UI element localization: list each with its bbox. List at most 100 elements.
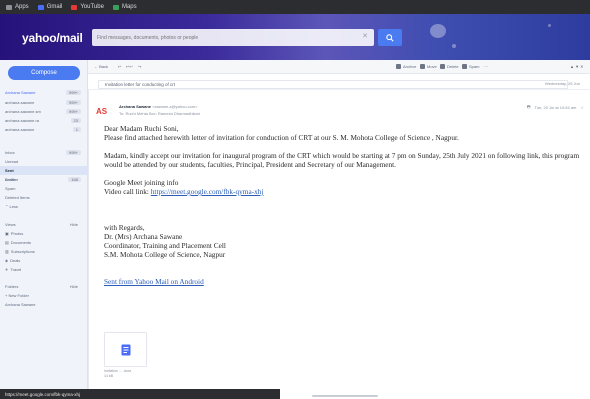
folders-hide-link[interactable]: Hide [67, 284, 81, 289]
prev-next-icon[interactable]: ▲ ▼ ✕ [570, 64, 584, 69]
recipients-line[interactable]: To: Ruchi Mehta Bcc: Ramesh Dharmadhikar… [119, 111, 200, 116]
bookmark-youtube[interactable]: YouTube [71, 4, 104, 10]
app-header: yahoo/mail ✕ [0, 14, 590, 60]
sidebar-item-sent[interactable]: Sent [5, 166, 81, 174]
clear-search-icon[interactable]: ✕ [362, 32, 368, 40]
reply-icon[interactable]: ↩ [118, 64, 121, 69]
youtube-icon [71, 4, 78, 10]
spam-icon [462, 64, 467, 69]
views-header: Views Hide [5, 220, 81, 228]
deals-icon: ◈ [5, 257, 9, 263]
move-icon [420, 64, 425, 69]
sidebar-item-account[interactable]: archana.sawane.ra 23 [5, 116, 81, 124]
search-button[interactable] [378, 29, 402, 46]
header-decoration [430, 24, 446, 38]
body-line: Please find attached herewith letter of … [104, 133, 459, 142]
attachment-card[interactable] [104, 332, 147, 367]
sidebar-item-deals[interactable]: ◈ Deals [5, 256, 81, 264]
bookmark-gmail[interactable]: Gmail [37, 4, 63, 10]
greeting: Dear Madam Ruchi Soni, [104, 124, 179, 133]
spam-label: Spam [469, 64, 480, 69]
message-toolbar: ← Back ↩ ↩↩ ↪ Archive Move Delete Spam ⋯… [88, 60, 590, 74]
sidebar-item-travel[interactable]: ✈ Travel [5, 265, 81, 273]
bookmark-maps[interactable]: Maps [112, 4, 137, 10]
delete-button[interactable]: Delete [440, 64, 459, 69]
archive-label: Archive [403, 64, 417, 69]
sidebar-item-documents[interactable]: ▤ Documents [5, 238, 81, 246]
horizontal-scrollbar[interactable] [312, 395, 378, 397]
sidebar-account[interactable]: Archana Sawane 999+ [5, 88, 81, 96]
meet-link[interactable]: https://meet.google.com/fbk-qyma-xhj [151, 187, 264, 196]
bookmark-label: Gmail [46, 4, 63, 10]
signature-name: Dr. (Mrs) Archana Sawane [104, 232, 183, 241]
bookmark-label: Apps [15, 4, 29, 10]
print-icon[interactable]: 🖶 [527, 104, 531, 111]
spam-button[interactable]: Spam [462, 64, 479, 69]
document-icon [121, 344, 130, 355]
bookmarks-bar: Apps Gmail YouTube Maps [0, 0, 590, 14]
signature-org: S.M. Mohota College of Science, Nagpur [104, 250, 226, 259]
attachment-caption: Invitation ... .docx 14 kB [104, 369, 131, 379]
sidebar-item-account[interactable]: archana.sawane.sm 999+ [5, 107, 81, 115]
delete-label: Delete [447, 64, 459, 69]
folders-title: Folders [5, 283, 19, 289]
message-date: Tue, 20 Jul at 10:54 am [534, 105, 577, 110]
move-button[interactable]: Move [420, 64, 437, 69]
reply-all-icon[interactable]: ↩↩ [126, 64, 133, 69]
sidebar-item-archive[interactable]: Archive [5, 175, 81, 183]
sidebar-item-subfolder[interactable]: Archana Sawane [5, 300, 81, 308]
account-badge: 999+ [65, 89, 81, 95]
subject-date: Wednesday, 25 Jun [545, 81, 580, 86]
sender-line[interactable]: Archana Sawane <sawane.a@yahoo.com> [119, 104, 198, 109]
compose-button[interactable]: Compose [8, 66, 80, 80]
view-label: Documents [10, 239, 32, 245]
search-input[interactable] [97, 34, 357, 41]
sidebar-item-inbox[interactable]: Inbox 999+ [5, 148, 81, 156]
view-label: Travel [10, 266, 22, 272]
yahoo-signature-link[interactable]: Sent from Yahoo Mail on Android [104, 277, 204, 286]
account-count: 23 [70, 117, 81, 123]
bookmark-apps[interactable]: Apps [6, 4, 29, 10]
account-label: archana.sawane [5, 126, 35, 132]
search-box[interactable]: ✕ [92, 29, 374, 46]
views-title: Views [5, 221, 16, 227]
folders-header: Folders Hide [5, 282, 81, 290]
star-icon[interactable]: ☆ [580, 105, 584, 110]
sender-name: Archana Sawane [119, 104, 152, 109]
more-button[interactable]: ⋯ [484, 64, 488, 69]
attachment-size: 14 kB [104, 374, 113, 378]
sender-avatar[interactable]: AS [96, 107, 107, 116]
sidebar-item-account[interactable]: archana.sawane 1 [5, 125, 81, 133]
sidebar-item-subscriptions[interactable]: ▥ Subscriptions [5, 247, 81, 255]
sidebar-item-unread[interactable]: Unread [5, 157, 81, 165]
account-count: 1 [72, 126, 81, 132]
sidebar-item-account[interactable]: archana.sawane 999+ [5, 98, 81, 106]
sidebar-item-photos[interactable]: ▣ Photos [5, 229, 81, 237]
yahoo-mail-logo[interactable]: yahoo/mail [22, 31, 83, 45]
back-button[interactable]: ← Back [94, 64, 108, 69]
meet-link-line: Video call link: https://meet.google.com… [104, 187, 582, 196]
views-hide-link[interactable]: Hide [67, 222, 81, 227]
message-meta: 🖶 Tue, 20 Jul at 10:54 am ☆ [527, 104, 584, 111]
account-count: 999+ [65, 99, 81, 105]
archive-button[interactable]: Archive [396, 64, 416, 69]
new-folder-button[interactable]: + New Folder [5, 291, 81, 299]
body-paragraph: Madam, kindly accept our invitation for … [104, 151, 580, 169]
bookmark-label: Maps [121, 4, 137, 10]
view-label: Deals [10, 257, 21, 263]
message-subject-tab[interactable]: Invitation letter for conducting of crt [98, 80, 568, 89]
view-label: Photos [10, 230, 24, 236]
forward-icon[interactable]: ↪ [138, 64, 141, 69]
maps-icon [112, 4, 119, 10]
account-count: 999+ [65, 108, 81, 114]
message-subject: Invitation letter for conducting of crt [105, 82, 176, 87]
sidebar-item-less[interactable]: ⌃ Less [5, 202, 81, 210]
folder-count: 999+ [65, 149, 81, 155]
sender-email: <sawane.a@yahoo.com> [152, 104, 198, 109]
sidebar: Compose Archana Sawane 999+ archana.sawan… [0, 60, 88, 399]
sidebar-item-spam[interactable]: Spam [5, 184, 81, 192]
header-decoration [548, 24, 551, 27]
sidebar-item-deleted[interactable]: Deleted Items [5, 193, 81, 201]
folder-label: Spam [5, 185, 16, 191]
account-name: Archana Sawane [5, 89, 36, 95]
